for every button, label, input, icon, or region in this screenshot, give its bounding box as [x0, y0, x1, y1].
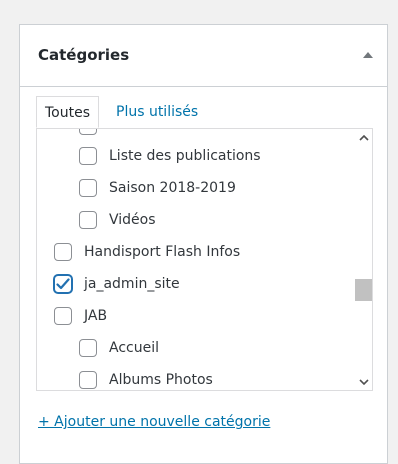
category-checklist[interactable]: Liste des publications Saison 2018-2019 …: [36, 128, 373, 391]
checkbox[interactable]: [79, 339, 97, 357]
checkbox[interactable]: [54, 307, 72, 325]
category-label: JAB: [84, 308, 108, 324]
category-label: Liste des publications: [109, 148, 261, 164]
add-category-link[interactable]: + Ajouter une nouvelle catégorie: [38, 414, 270, 430]
checkbox[interactable]: [79, 371, 97, 389]
categories-panel: Catégories Toutes Plus utilisés Liste de…: [19, 24, 388, 464]
checkbox[interactable]: [54, 243, 72, 261]
list-item[interactable]: Handisport Flash Infos: [54, 241, 240, 263]
list-item-clipped: [79, 129, 109, 137]
scroll-down-icon[interactable]: [355, 373, 372, 390]
checkbox-checked[interactable]: [54, 275, 72, 293]
category-label: Handisport Flash Infos: [84, 244, 241, 260]
category-label: ja_admin_site: [84, 276, 180, 292]
scrollbar-thumb[interactable]: [355, 279, 372, 301]
list-item[interactable]: Saison 2018-2019: [79, 177, 236, 199]
list-item[interactable]: Liste des publications: [79, 145, 261, 167]
checkbox[interactable]: [79, 211, 97, 229]
tab-popular[interactable]: Plus utilisés: [116, 96, 198, 128]
triangle-up-icon[interactable]: [363, 52, 373, 58]
category-label: Accueil: [109, 340, 159, 356]
category-label: Albums Photos: [109, 372, 213, 388]
scroll-up-icon[interactable]: [355, 129, 372, 146]
list-item[interactable]: Accueil: [79, 337, 159, 359]
category-label: Saison 2018-2019: [109, 180, 236, 196]
scrollbar[interactable]: [355, 129, 372, 390]
list-item[interactable]: Albums Photos: [79, 369, 213, 390]
category-label: Vidéos: [109, 212, 156, 228]
tab-all[interactable]: Toutes: [36, 96, 100, 128]
panel-header: Catégories: [20, 25, 387, 87]
panel-title: Catégories: [38, 46, 130, 64]
list-item[interactable]: JAB: [54, 305, 107, 327]
list-item[interactable]: ja_admin_site: [54, 273, 180, 295]
list-item[interactable]: Vidéos: [79, 209, 156, 231]
checkbox[interactable]: [79, 129, 97, 135]
checkbox[interactable]: [79, 147, 97, 165]
checkbox[interactable]: [79, 179, 97, 197]
checkmark-icon: [56, 278, 70, 290]
category-tabs: Toutes Plus utilisés: [36, 96, 371, 128]
